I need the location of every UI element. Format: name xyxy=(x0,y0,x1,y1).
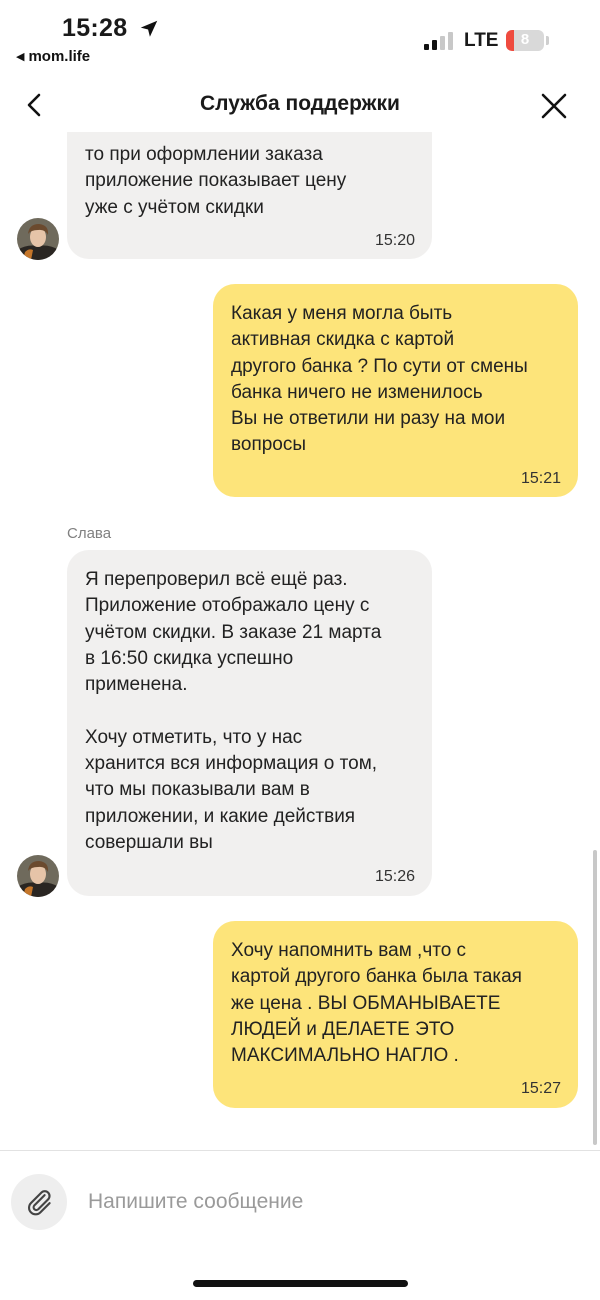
outgoing-message: Хочу напомнить вам ,что с картой другого… xyxy=(213,921,578,1108)
location-arrow-icon xyxy=(140,20,158,37)
attach-button[interactable] xyxy=(11,1174,67,1230)
back-app-label: mom.life xyxy=(28,48,91,65)
battery-icon: 8 xyxy=(506,30,544,51)
avatar[interactable] xyxy=(17,855,59,897)
scrollbar[interactable] xyxy=(593,850,597,1145)
message-time: 15:20 xyxy=(374,232,415,249)
status-time: 15:28 xyxy=(62,14,128,42)
incoming-message: то при оформлении заказа приложение пока… xyxy=(67,132,432,259)
back-to-app-link[interactable]: ◀ mom.life xyxy=(16,48,90,65)
message-time: 15:26 xyxy=(374,868,415,885)
battery-level: 8 xyxy=(520,31,530,48)
signal-icon xyxy=(424,32,453,50)
message-text: Я перепроверил всё ещё раз. Приложение о… xyxy=(85,569,382,853)
chat-screen: 15:28 ◀ mom.life LTE 8 Служба поддержки т… xyxy=(0,0,600,1300)
outgoing-message: Какая у меня могла быть активная скидка … xyxy=(213,284,578,497)
back-triangle-icon: ◀ xyxy=(16,51,25,63)
composer-divider xyxy=(0,1150,600,1151)
sender-name: Слава xyxy=(67,525,112,542)
paperclip-icon xyxy=(28,1190,51,1216)
message-text: Какая у меня могла быть активная скидка … xyxy=(231,303,528,456)
close-icon[interactable] xyxy=(540,92,568,120)
message-text: то при оформлении заказа приложение пока… xyxy=(85,144,347,218)
message-time: 15:27 xyxy=(520,1080,561,1097)
page-title: Служба поддержки xyxy=(200,92,400,115)
battery-cap xyxy=(546,36,549,45)
message-input[interactable] xyxy=(88,1182,568,1222)
agent-avatar-image xyxy=(17,855,59,897)
message-time: 15:21 xyxy=(520,470,561,487)
incoming-message: Я перепроверил всё ещё раз. Приложение о… xyxy=(67,550,432,896)
message-text: Хочу напомнить вам ,что с картой другого… xyxy=(231,940,522,1067)
home-indicator[interactable] xyxy=(193,1280,408,1287)
agent-avatar-image xyxy=(17,218,59,260)
avatar[interactable] xyxy=(17,218,59,260)
network-type: LTE xyxy=(464,30,499,51)
message-list[interactable]: то при оформлении заказа приложение пока… xyxy=(0,132,600,1150)
